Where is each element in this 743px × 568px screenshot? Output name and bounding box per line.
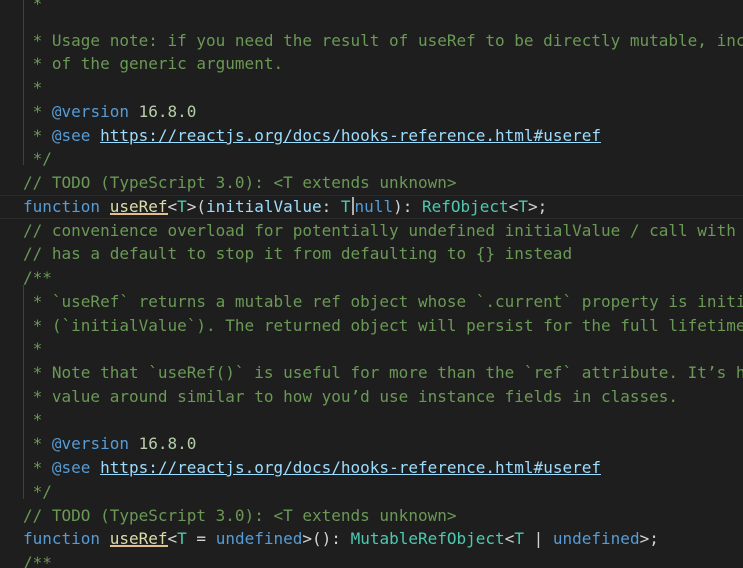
punctuation: < — [504, 529, 515, 548]
punctuation: >; — [527, 197, 548, 216]
version-value: 16.8.0 — [138, 434, 197, 453]
jsdoc-tag: @version — [51, 102, 129, 121]
code-line[interactable]: * — [23, 76, 43, 100]
return-type: MutableRefObject — [350, 529, 505, 548]
code-line[interactable]: */ — [23, 480, 52, 504]
keyword: null — [354, 197, 394, 216]
function-name-highlighted[interactable]: useRef — [110, 197, 168, 216]
code-line[interactable]: * — [23, 0, 43, 16]
jsdoc-tag: @version — [51, 434, 129, 453]
punctuation: >( — [186, 197, 207, 216]
code-line[interactable]: * `useRef` returns a mutable ref object … — [23, 290, 743, 314]
code-line[interactable]: * @see https://reactjs.org/docs/hooks-re… — [23, 124, 601, 148]
punctuation: < — [167, 529, 178, 548]
code-line[interactable]: * value around similar to how you’d use … — [23, 385, 678, 409]
comment-prefix: * — [23, 102, 52, 121]
function-name-highlighted[interactable]: useRef — [110, 529, 168, 548]
text-cursor — [351, 197, 354, 215]
code-line[interactable]: * of the generic argument. — [23, 52, 283, 76]
type-param: T — [518, 197, 528, 216]
code-line[interactable]: /** — [23, 551, 52, 568]
punctuation: < — [508, 197, 519, 216]
punctuation: : — [321, 197, 341, 216]
code-line[interactable]: /** — [23, 266, 52, 290]
code-line-current[interactable]: function useRef<T>(initialValue: Tnull):… — [0, 195, 743, 219]
punctuation: >(): — [302, 529, 351, 548]
code-line[interactable]: * (`initialValue`). The returned object … — [23, 314, 743, 338]
comment-prefix: * — [23, 126, 52, 145]
code-line[interactable]: * — [23, 408, 43, 432]
keyword: undefined — [215, 529, 303, 548]
keyword: function — [23, 197, 101, 216]
comment-prefix: * — [23, 458, 52, 477]
code-line[interactable]: * @see https://reactjs.org/docs/hooks-re… — [23, 456, 601, 480]
punctuation: | — [523, 529, 553, 548]
version-value: 16.8.0 — [138, 102, 197, 121]
type-param: T — [340, 197, 351, 216]
comment-prefix: * — [23, 434, 52, 453]
return-type: RefObject — [421, 197, 509, 216]
punctuation: >; — [639, 529, 659, 548]
code-line[interactable]: // TODO (TypeScript 3.0): <T extends unk… — [23, 504, 456, 528]
jsdoc-tag: @see — [51, 458, 91, 477]
type-param: T — [177, 197, 187, 216]
keyword: undefined — [552, 529, 640, 548]
type-param: T — [177, 529, 187, 548]
jsdoc-tag: @see — [51, 126, 91, 145]
code-line[interactable]: * — [23, 337, 43, 361]
code-line[interactable]: * @version 16.8.0 — [23, 432, 197, 456]
code-editor[interactable]: * * Usage note: if you need the result o… — [0, 0, 743, 568]
code-line[interactable]: function useRef<T = undefined>(): Mutabl… — [23, 527, 659, 551]
code-line[interactable]: // TODO (TypeScript 3.0): <T extends unk… — [23, 171, 456, 195]
punctuation: < — [167, 197, 178, 216]
punctuation: ): — [393, 197, 422, 216]
code-line[interactable]: // convenience overload for potentially … — [23, 219, 736, 243]
code-line[interactable]: * Usage note: if you need the result of … — [23, 29, 743, 53]
type-param: T — [514, 529, 524, 548]
code-line[interactable]: * Note that `useRef()` is useful for mor… — [23, 361, 743, 385]
code-line[interactable]: */ — [23, 147, 52, 171]
parameter: initialValue — [206, 197, 322, 216]
code-line[interactable]: // has a default to stop it from default… — [23, 242, 572, 266]
code-line[interactable]: * @version 16.8.0 — [23, 100, 197, 124]
punctuation: = — [186, 529, 216, 548]
docs-link[interactable]: https://reactjs.org/docs/hooks-reference… — [100, 126, 601, 145]
docs-link[interactable]: https://reactjs.org/docs/hooks-reference… — [100, 458, 601, 477]
keyword: function — [23, 529, 101, 548]
